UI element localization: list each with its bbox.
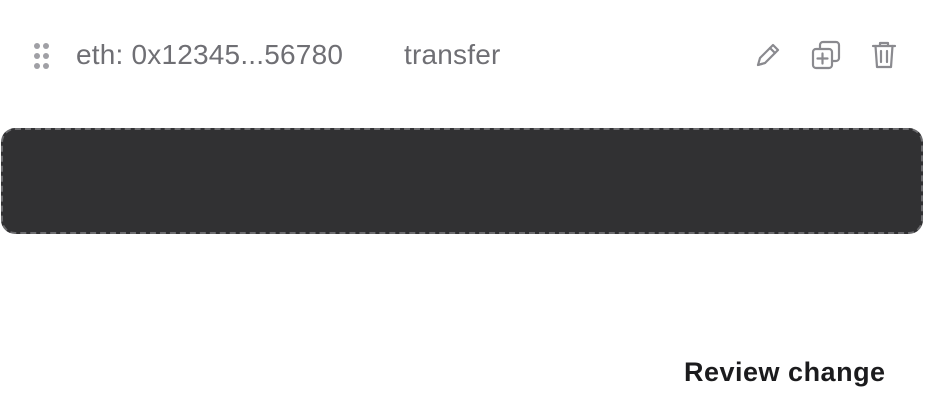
edit-button[interactable]: [751, 38, 785, 72]
duplicate-button[interactable]: [809, 38, 843, 72]
pencil-icon: [752, 39, 784, 71]
action-type-label: transfer: [404, 39, 501, 70]
action-row: eth: 0x12345...56780 transfer: [0, 26, 928, 84]
drag-handle-icon[interactable]: [33, 42, 51, 70]
drop-zone[interactable]: [1, 128, 923, 234]
duplicate-icon: [809, 38, 843, 72]
page: eth: 0x12345...56780 transfer Review cha…: [0, 0, 928, 407]
trash-icon: [868, 38, 900, 72]
delete-button[interactable]: [867, 38, 901, 72]
address-label: eth: 0x12345...56780: [76, 39, 344, 70]
review-change-button[interactable]: Review change: [672, 350, 898, 394]
